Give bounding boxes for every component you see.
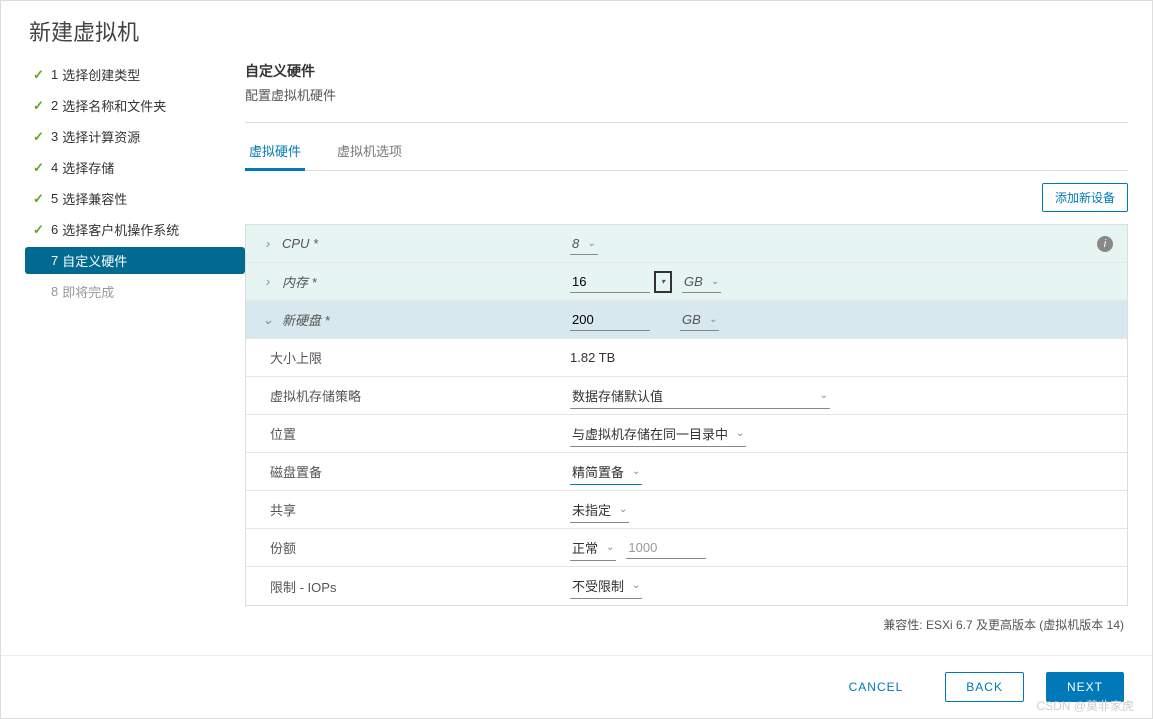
chevron-down-icon: ⌄ xyxy=(587,238,595,249)
provisioning-row: 磁盘置备 精简置备⌄ xyxy=(246,453,1127,491)
check-icon: ✓ xyxy=(33,222,45,238)
disk-size-input[interactable] xyxy=(570,309,650,331)
memory-label: 内存 * xyxy=(282,272,317,291)
iops-limit-row: 限制 - IOPs 不受限制⌄ xyxy=(246,567,1127,605)
step-2[interactable]: ✓2选择名称和文件夹 xyxy=(25,92,245,119)
storage-policy-row: 虚拟机存储策略 数据存储默认值⌄ xyxy=(246,377,1127,415)
info-icon[interactable]: i xyxy=(1097,236,1113,252)
provisioning-label: 磁盘置备 xyxy=(270,462,322,481)
sharing-select[interactable]: 未指定⌄ xyxy=(570,497,629,523)
disk-unit-select[interactable]: GB⌄ xyxy=(680,309,719,331)
spinner-icon[interactable]: ▾ xyxy=(654,271,672,293)
sharing-row: 共享 未指定⌄ xyxy=(246,491,1127,529)
cancel-button[interactable]: CANCEL xyxy=(829,673,924,701)
shares-amount-input[interactable] xyxy=(626,537,706,559)
chevron-down-icon[interactable]: ⌄ xyxy=(260,312,276,328)
chevron-down-icon: ⌄ xyxy=(632,466,640,477)
location-row: 位置 与虚拟机存储在同一目录中⌄ xyxy=(246,415,1127,453)
maxsize-value: 1.82 TB xyxy=(570,350,615,365)
check-icon: ✓ xyxy=(33,67,45,83)
chevron-down-icon: ⌄ xyxy=(820,390,828,401)
new-disk-row: ⌄ 新硬盘 * GB⌄ xyxy=(246,301,1127,339)
shares-label: 份额 xyxy=(270,538,296,557)
memory-input[interactable] xyxy=(570,271,650,293)
cpu-label: CPU * xyxy=(282,236,318,251)
provisioning-select[interactable]: 精简置备⌄ xyxy=(570,459,642,485)
new-disk-label: 新硬盘 * xyxy=(282,310,330,329)
memory-unit-select[interactable]: GB⌄ xyxy=(682,271,721,293)
chevron-down-icon: ⌄ xyxy=(606,542,614,553)
chevron-right-icon[interactable]: › xyxy=(260,236,276,251)
check-icon: ✓ xyxy=(33,129,45,145)
chevron-down-icon: ⌄ xyxy=(709,314,717,325)
location-select[interactable]: 与虚拟机存储在同一目录中⌄ xyxy=(570,421,746,447)
step-1[interactable]: ✓1选择创建类型 xyxy=(25,61,245,88)
tab-virtual-hardware[interactable]: 虚拟硬件 xyxy=(245,133,305,171)
cpu-select[interactable]: 8⌄ xyxy=(570,233,598,255)
check-icon: ✓ xyxy=(33,160,45,176)
memory-row: › 内存 * ▾ GB⌄ xyxy=(246,263,1127,301)
wizard-footer: CANCEL BACK NEXT xyxy=(1,655,1152,718)
new-vm-modal: 新建虚拟机 ✓1选择创建类型 ✓2选择名称和文件夹 ✓3选择计算资源 ✓4选择存… xyxy=(0,0,1153,719)
step-8: 8即将完成 xyxy=(25,278,245,305)
step-7[interactable]: 7自定义硬件 xyxy=(25,247,245,274)
chevron-right-icon[interactable]: › xyxy=(260,274,276,289)
iops-limit-select[interactable]: 不受限制⌄ xyxy=(570,573,642,599)
watermark-text: CSDN @莫非家虎 xyxy=(1036,697,1134,714)
section-subtitle: 配置虚拟机硬件 xyxy=(245,85,1128,104)
maxsize-label: 大小上限 xyxy=(270,348,322,367)
compatibility-text: 兼容性: ESXi 6.7 及更高版本 (虚拟机版本 14) xyxy=(245,606,1128,643)
storage-policy-label: 虚拟机存储策略 xyxy=(270,386,361,405)
wizard-steps: ✓1选择创建类型 ✓2选择名称和文件夹 ✓3选择计算资源 ✓4选择存储 ✓5选择… xyxy=(25,57,245,655)
check-icon: ✓ xyxy=(33,98,45,114)
location-label: 位置 xyxy=(270,424,296,443)
step-4[interactable]: ✓4选择存储 xyxy=(25,154,245,181)
storage-policy-select[interactable]: 数据存储默认值⌄ xyxy=(570,383,830,409)
back-button[interactable]: BACK xyxy=(945,672,1024,702)
iops-limit-label: 限制 - IOPs xyxy=(270,577,336,596)
cpu-row: › CPU * 8⌄ i xyxy=(246,225,1127,263)
section-title: 自定义硬件 xyxy=(245,57,1128,85)
tab-bar: 虚拟硬件 虚拟机选项 xyxy=(245,133,1128,171)
modal-title: 新建虚拟机 xyxy=(1,1,1152,57)
chevron-down-icon: ⌄ xyxy=(632,580,640,591)
chevron-down-icon: ⌄ xyxy=(619,504,627,515)
maxsize-row: 大小上限 1.82 TB xyxy=(246,339,1127,377)
hardware-table: › CPU * 8⌄ i › 内存 * ▾ GB⌄ xyxy=(245,224,1128,606)
step-6[interactable]: ✓6选择客户机操作系统 xyxy=(25,216,245,243)
shares-level-select[interactable]: 正常⌄ xyxy=(570,535,616,561)
chevron-down-icon: ⌄ xyxy=(736,428,744,439)
step-5[interactable]: ✓5选择兼容性 xyxy=(25,185,245,212)
tab-vm-options[interactable]: 虚拟机选项 xyxy=(333,133,406,170)
chevron-down-icon: ⌄ xyxy=(711,276,719,287)
shares-row: 份额 正常⌄ xyxy=(246,529,1127,567)
step-3[interactable]: ✓3选择计算资源 xyxy=(25,123,245,150)
check-icon: ✓ xyxy=(33,191,45,207)
add-device-button[interactable]: 添加新设备 xyxy=(1042,183,1128,212)
sharing-label: 共享 xyxy=(270,500,296,519)
